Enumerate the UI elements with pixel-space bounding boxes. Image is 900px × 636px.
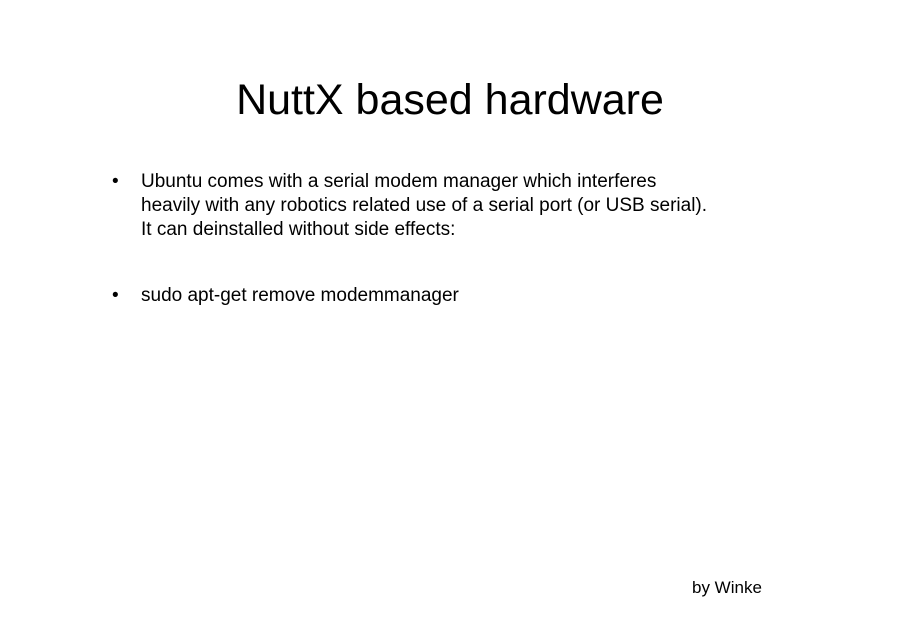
bullet-line: sudo apt-get remove modemmanager	[141, 285, 459, 306]
bullet-text: Ubuntu comes with a serial modem manager…	[141, 170, 821, 242]
bullet-marker: •	[112, 285, 119, 306]
bullet-line: It can deinstalled without side effects:	[141, 219, 456, 240]
bullet-line: heavily with any robotics related use of…	[141, 195, 708, 216]
slide: NuttX based hardware • Ubuntu comes with…	[0, 0, 900, 636]
slide-title: NuttX based hardware	[236, 76, 664, 124]
bullet-marker: •	[112, 171, 119, 192]
bullet-line: Ubuntu comes with a serial modem manager…	[141, 171, 657, 192]
bullet-text: sudo apt-get remove modemmanager	[141, 284, 821, 308]
author-footer: by Winke	[692, 578, 762, 597]
